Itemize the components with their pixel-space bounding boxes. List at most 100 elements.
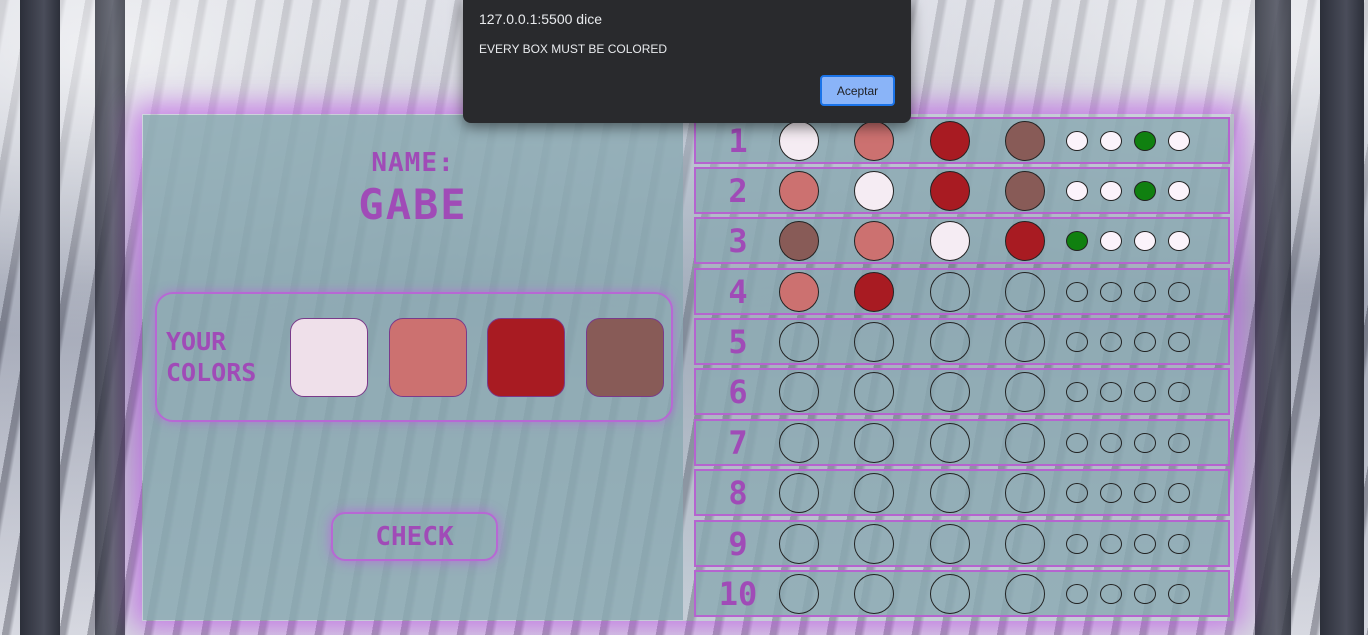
alert-dialog: 127.0.0.1:5500 dice EVERY BOX MUST BE CO… xyxy=(463,0,911,123)
hint-peg xyxy=(1168,181,1190,201)
your-colors-label: YOUR COLORS xyxy=(166,326,278,388)
guess-peg[interactable] xyxy=(779,372,819,412)
hint-peg xyxy=(1100,282,1122,302)
guess-peg[interactable] xyxy=(1005,372,1045,412)
guess-peg[interactable] xyxy=(779,272,819,312)
guess-peg[interactable] xyxy=(930,121,970,161)
guess-peg[interactable] xyxy=(854,473,894,513)
color-swatch[interactable] xyxy=(487,318,565,397)
guess-peg[interactable] xyxy=(854,524,894,564)
row-number: 6 xyxy=(728,373,748,411)
guess-row: 10 xyxy=(694,570,1230,617)
background-tree xyxy=(95,0,125,635)
row-number: 5 xyxy=(728,323,748,361)
hint-peg xyxy=(1168,534,1190,554)
check-button[interactable]: CHECK xyxy=(331,512,498,561)
hint-peg xyxy=(1100,181,1122,201)
hint-peg xyxy=(1066,433,1088,453)
hint-peg xyxy=(1100,483,1122,503)
guess-row: 6 xyxy=(694,368,1230,415)
hint-peg xyxy=(1100,131,1122,151)
hint-peg xyxy=(1134,382,1156,402)
guess-peg[interactable] xyxy=(779,171,819,211)
guess-peg[interactable] xyxy=(854,372,894,412)
hint-peg xyxy=(1066,181,1088,201)
guess-peg[interactable] xyxy=(930,221,970,261)
guess-peg[interactable] xyxy=(1005,121,1045,161)
guess-peg[interactable] xyxy=(854,121,894,161)
row-number: 10 xyxy=(718,575,758,613)
hint-peg xyxy=(1134,584,1156,604)
hint-peg xyxy=(1066,483,1088,503)
hint-peg xyxy=(1134,231,1156,251)
your-colors-label-line2: COLORS xyxy=(166,358,257,387)
guess-row: 1 xyxy=(694,117,1230,164)
guess-peg[interactable] xyxy=(779,574,819,614)
guess-row: 2 xyxy=(694,167,1230,214)
your-colors-label-line1: YOUR xyxy=(166,327,227,356)
hint-peg xyxy=(1168,131,1190,151)
guess-peg[interactable] xyxy=(1005,221,1045,261)
guess-peg[interactable] xyxy=(779,473,819,513)
guess-peg[interactable] xyxy=(930,423,970,463)
guess-peg[interactable] xyxy=(854,171,894,211)
guess-peg[interactable] xyxy=(854,272,894,312)
guess-peg[interactable] xyxy=(1005,473,1045,513)
hint-peg xyxy=(1066,332,1088,352)
guess-peg[interactable] xyxy=(779,121,819,161)
hint-peg xyxy=(1066,282,1088,302)
hint-peg xyxy=(1100,584,1122,604)
row-number: 7 xyxy=(728,424,748,462)
guess-peg[interactable] xyxy=(1005,322,1045,362)
guess-peg[interactable] xyxy=(930,272,970,312)
hint-peg xyxy=(1168,584,1190,604)
background-tree xyxy=(1255,0,1291,635)
background-tree xyxy=(20,0,60,635)
guess-row: 5 xyxy=(694,318,1230,365)
guess-peg[interactable] xyxy=(854,221,894,261)
hint-peg xyxy=(1134,332,1156,352)
hint-peg xyxy=(1168,231,1190,251)
color-swatch[interactable] xyxy=(389,318,467,397)
hint-peg xyxy=(1168,332,1190,352)
guess-peg[interactable] xyxy=(779,524,819,564)
guess-peg[interactable] xyxy=(930,473,970,513)
color-swatch[interactable] xyxy=(586,318,664,397)
hint-peg xyxy=(1100,382,1122,402)
row-number: 9 xyxy=(728,525,748,563)
guess-peg[interactable] xyxy=(1005,423,1045,463)
guess-peg[interactable] xyxy=(854,574,894,614)
guess-row: 4 xyxy=(694,268,1230,315)
guess-peg[interactable] xyxy=(1005,524,1045,564)
guess-row: 8 xyxy=(694,469,1230,516)
guess-peg[interactable] xyxy=(1005,574,1045,614)
alert-message: EVERY BOX MUST BE COLORED xyxy=(479,42,668,56)
hint-peg xyxy=(1100,332,1122,352)
alert-title: 127.0.0.1:5500 dice xyxy=(479,11,602,27)
hint-peg xyxy=(1134,181,1156,201)
row-number: 1 xyxy=(728,122,748,160)
guess-peg[interactable] xyxy=(854,423,894,463)
guess-peg[interactable] xyxy=(779,423,819,463)
guess-peg[interactable] xyxy=(930,171,970,211)
hint-peg xyxy=(1168,483,1190,503)
color-swatch[interactable] xyxy=(290,318,368,397)
guess-peg[interactable] xyxy=(930,372,970,412)
row-number: 2 xyxy=(728,172,748,210)
guess-peg[interactable] xyxy=(1005,171,1045,211)
guess-peg[interactable] xyxy=(930,574,970,614)
guess-peg[interactable] xyxy=(930,524,970,564)
name-label: NAME: xyxy=(371,148,455,178)
hint-peg xyxy=(1134,282,1156,302)
guess-peg[interactable] xyxy=(854,322,894,362)
row-number: 4 xyxy=(728,273,748,311)
accept-button[interactable]: Aceptar xyxy=(820,75,895,106)
guess-peg[interactable] xyxy=(930,322,970,362)
hint-peg xyxy=(1168,433,1190,453)
guess-peg[interactable] xyxy=(1005,272,1045,312)
background-tree xyxy=(1320,0,1364,635)
guess-peg[interactable] xyxy=(779,322,819,362)
hint-peg xyxy=(1168,282,1190,302)
guess-peg[interactable] xyxy=(779,221,819,261)
hint-peg xyxy=(1066,584,1088,604)
